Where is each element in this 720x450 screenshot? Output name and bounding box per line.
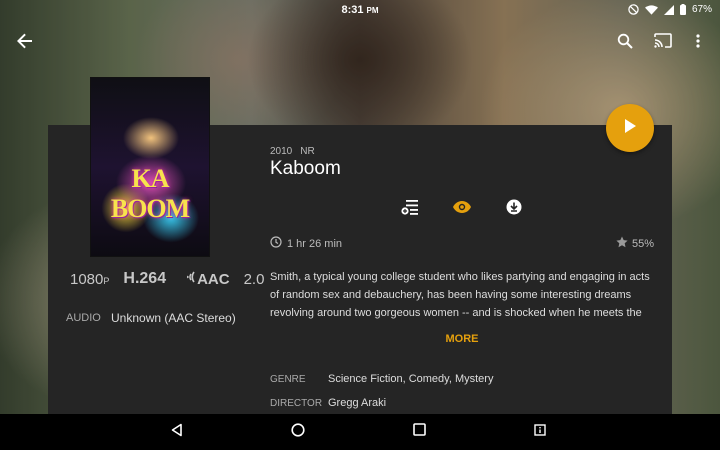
- resolution-value: 1080: [70, 270, 104, 288]
- director-value: Gregg Araki: [328, 397, 387, 409]
- resolution-badge: 1080P: [70, 271, 109, 288]
- nav-menu-button[interactable]: [530, 422, 550, 442]
- nav-home-button[interactable]: [288, 422, 308, 442]
- signal-icon: [663, 4, 674, 15]
- video-codec-badge: H.264: [123, 270, 167, 287]
- duration-text: 1 hr 26 min: [287, 237, 343, 250]
- status-time: 8:31: [341, 4, 364, 16]
- meta-line: 2010 NR: [270, 146, 315, 157]
- play-icon: [623, 118, 637, 139]
- nav-back-button[interactable]: [167, 422, 187, 442]
- nav-home-circle-icon: [291, 422, 305, 442]
- battery-icon: [679, 4, 686, 15]
- director-label: DIRECTOR: [270, 398, 323, 409]
- back-arrow-icon: [17, 33, 33, 54]
- rating: 55%: [616, 236, 654, 251]
- wifi-icon: [644, 4, 658, 15]
- do-not-disturb-icon: [628, 4, 639, 15]
- movie-title: Kaboom: [270, 158, 341, 179]
- nav-menu-icon: [534, 423, 546, 441]
- genre-value: Science Fiction, Comedy, Mystery: [328, 373, 494, 385]
- genre-label: GENRE: [270, 374, 306, 385]
- clock-icon: [270, 236, 282, 251]
- status-clock: 8:31 PM: [0, 4, 720, 16]
- more-options-button[interactable]: [686, 31, 710, 55]
- cast-button[interactable]: [651, 31, 675, 55]
- download-button[interactable]: [502, 197, 526, 221]
- add-to-playlist-button[interactable]: [398, 197, 422, 221]
- rating-text: 55%: [631, 237, 654, 250]
- audio-label: AUDIO: [66, 312, 101, 324]
- cast-icon: [654, 33, 672, 53]
- status-bar: 8:31 PM 67%: [0, 0, 720, 22]
- audio-channels-badge: 2.0: [243, 270, 265, 288]
- mark-watched-button[interactable]: [450, 197, 474, 221]
- more-button[interactable]: MORE: [432, 333, 492, 345]
- poster-title-text: KA BOOM: [110, 164, 190, 223]
- content-rating: NR: [300, 146, 315, 157]
- search-button[interactable]: [613, 31, 637, 55]
- aac-wave-icon: [180, 270, 196, 288]
- duration: 1 hr 26 min: [270, 236, 342, 251]
- status-time-suffix: PM: [366, 6, 379, 15]
- audio-codec-badge: AAC: [180, 270, 230, 288]
- more-vert-icon: [696, 33, 700, 53]
- play-button[interactable]: [606, 104, 654, 152]
- watched-eye-icon: [453, 200, 471, 218]
- battery-percent: 67%: [691, 4, 712, 15]
- navigation-bar: [0, 414, 720, 450]
- audio-value: Unknown (AAC Stereo): [111, 311, 236, 325]
- search-icon: [617, 33, 633, 54]
- nav-recents-button[interactable]: [409, 422, 429, 442]
- audio-codec-value: AAC: [197, 270, 230, 288]
- status-icons: 67%: [628, 4, 712, 15]
- star-icon: [616, 236, 628, 251]
- resolution-suffix: P: [103, 275, 110, 286]
- media-badges: 1080P H.264 AAC 2.0: [70, 270, 264, 288]
- add-to-playlist-icon: [401, 199, 419, 220]
- back-button[interactable]: [13, 31, 37, 55]
- nav-back-triangle-icon: [170, 423, 184, 442]
- nav-recents-square-icon: [412, 423, 426, 441]
- release-year: 2010: [270, 146, 293, 157]
- movie-poster: KA BOOM: [90, 77, 210, 257]
- summary-text: Smith, a typical young college student w…: [270, 271, 650, 319]
- download-icon: [506, 199, 522, 220]
